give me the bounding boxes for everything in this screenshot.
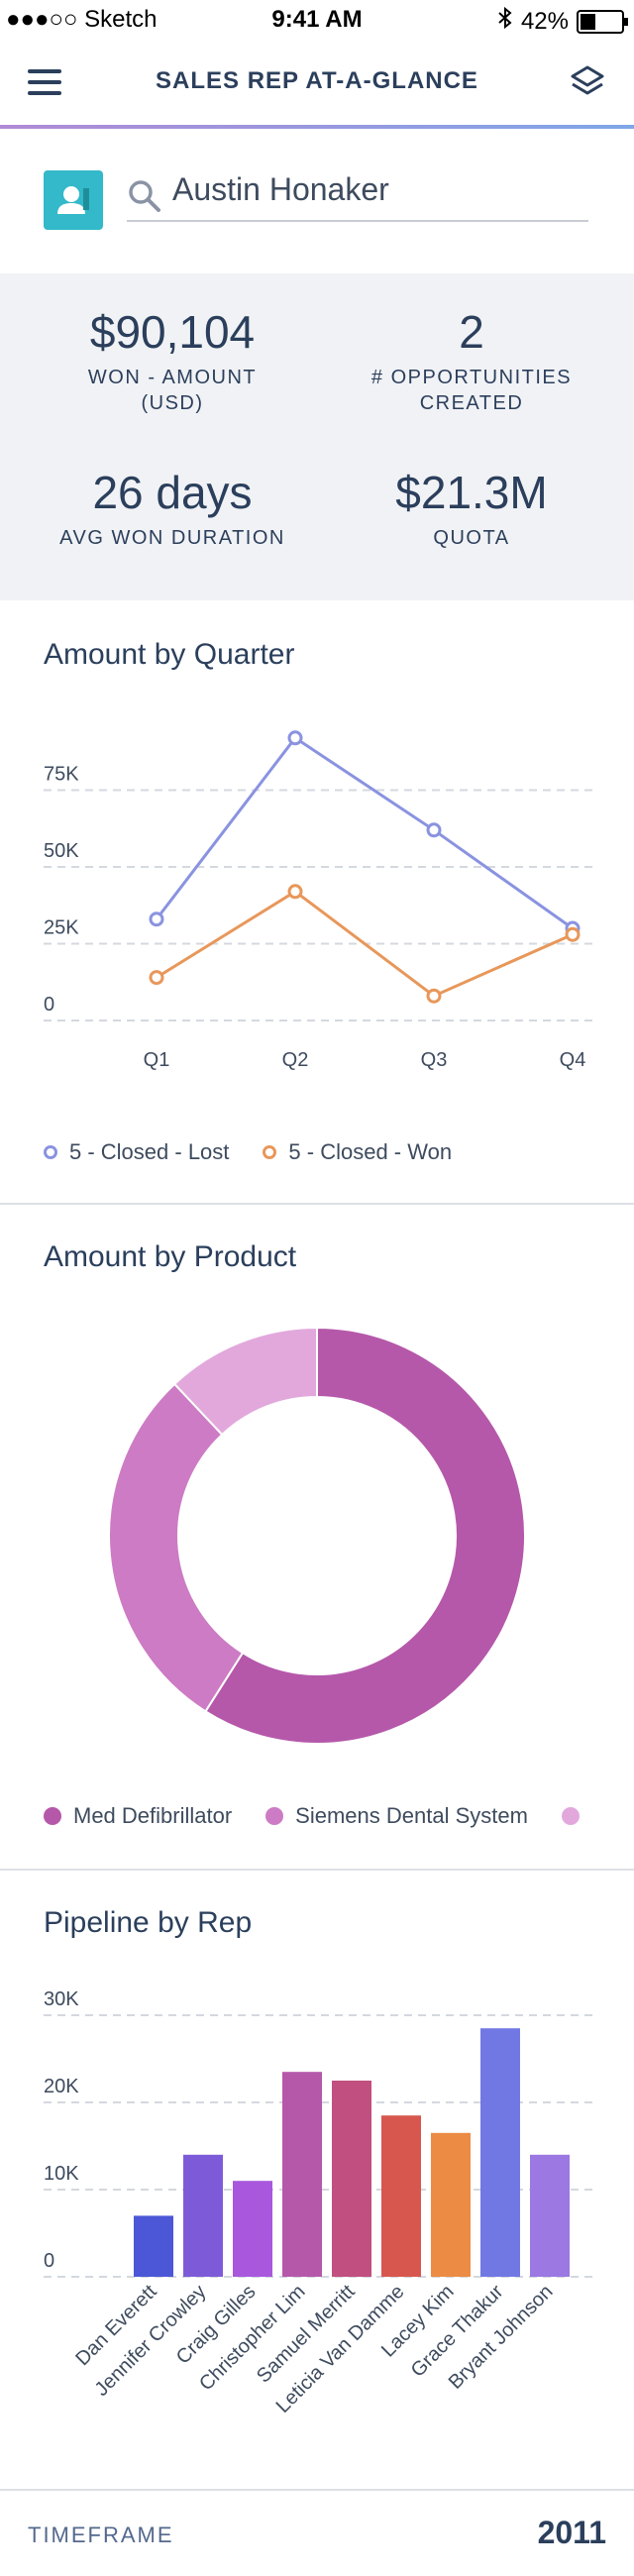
page-title: SALES REP AT-A-GLANCE [156,67,478,94]
y-tick-label: 30K [44,1988,79,2010]
quarter-chart-title: Amount by Quarter [44,638,295,671]
kpi-label: AVG WON DURATION [59,527,285,549]
legend-label: Siemens Dental System [295,1803,528,1828]
y-tick-label: 0 [44,994,54,1016]
bar [381,2115,421,2277]
kpi-opportunities: 2 # OPPORTUNITIES CREATED [313,305,630,416]
y-tick-label: 75K [44,764,79,786]
timeframe-footer[interactable]: TIMEFRAME 2011 [0,2489,634,2576]
legend-ring-icon [263,1145,277,1159]
legend-label: Med Defibrillator [73,1803,233,1828]
x-tick-label: Q2 [282,1049,309,1071]
bar [480,2028,520,2277]
data-point [149,970,164,986]
status-bar: ●●●○○ Sketch 9:41 AM 42% [0,0,634,40]
legend-label: 5 - Closed - Won [288,1139,453,1164]
battery-icon [577,9,628,34]
kpi-label: QUOTA [433,527,510,549]
layers-icon[interactable] [567,61,608,103]
legend-item-lost[interactable]: 5 - Closed - Lost [44,1139,229,1165]
kpi-panel: $90,104 WON - AMOUNT (USD) 2 # OPPORTUNI… [0,273,634,600]
pipeline-chart-title: Pipeline by Rep [44,1906,253,1939]
legend-item-siemens-dental[interactable]: Siemens Dental System [265,1803,528,1829]
kpi-value: $90,104 [89,306,256,358]
kpi-quota: $21.3M QUOTA [313,466,630,551]
status-right: 42% [497,6,628,37]
product-donut-chart [108,1326,526,1745]
kpi-avg-won-duration: 26 days AVG WON DURATION [14,466,331,551]
legend-label: 5 - Closed - Lost [69,1139,230,1164]
series-line [155,735,574,930]
x-tick-label: Q3 [421,1049,448,1071]
bar [332,2081,371,2277]
search-icon [127,178,162,214]
product-chart-title: Amount by Product [44,1240,297,1273]
kpi-value: 26 days [92,467,253,518]
battery-percent: 42% [520,7,569,35]
series-line [156,889,574,998]
rep-search-area [0,129,634,273]
data-point [426,988,442,1004]
y-tick-label: 0 [44,2250,54,2272]
data-point [287,884,303,900]
x-tick-label: Q1 [144,1049,170,1071]
legend-item-won[interactable]: 5 - Closed - Won [263,1139,452,1165]
kpi-label: # OPPORTUNITIES CREATED [370,367,573,414]
avatar [44,170,103,230]
kpi-value: $21.3M [395,467,548,518]
kpi-value: 2 [459,306,484,358]
user-contact-icon [57,186,89,214]
legend-item-med-defibrillator[interactable]: Med Defibrillator [44,1803,232,1829]
bar [530,2154,570,2277]
data-point [149,912,164,927]
bar [233,2181,272,2277]
y-tick-label: 20K [44,2076,79,2097]
rep-search-input[interactable] [127,159,588,222]
bar [282,2072,322,2277]
section-divider [0,1203,634,1205]
legend-dot-icon [44,1807,61,1825]
bar [134,2215,173,2277]
section-divider [0,1869,634,1871]
bar [183,2154,223,2277]
legend-item-third-product[interactable] [561,1803,580,1829]
quarter-legend: 5 - Closed - Lost 5 - Closed - Won [44,1139,452,1165]
data-point [426,822,442,838]
legend-dot-icon [561,1807,580,1825]
bluetooth-icon [497,6,513,37]
data-point [565,926,581,942]
pipeline-bar-chart: 010K20K30KDan EverettJennifer CrowleyCra… [44,1988,594,2417]
timeframe-label: TIMEFRAME [28,2522,174,2547]
kpi-label: WON - AMOUNT (USD) [87,367,258,414]
quarter-line-chart: 0 25K 50K 75K Q1 Q2 Q3 Q4 [44,730,594,1071]
y-tick-label: 25K [44,917,79,939]
y-tick-label: 50K [44,840,79,862]
data-point [287,730,303,746]
timeframe-value: 2011 [537,2515,606,2550]
bar [431,2132,471,2277]
legend-dot-icon [265,1807,284,1825]
kpi-won-amount: $90,104 WON - AMOUNT (USD) [14,305,331,416]
legend-ring-icon [44,1145,57,1159]
y-tick-label: 10K [44,2163,79,2185]
product-legend: Med Defibrillator Siemens Dental System [44,1803,580,1829]
x-tick-label: Q4 [560,1049,586,1071]
nav-bar: SALES REP AT-A-GLANCE [0,40,634,125]
